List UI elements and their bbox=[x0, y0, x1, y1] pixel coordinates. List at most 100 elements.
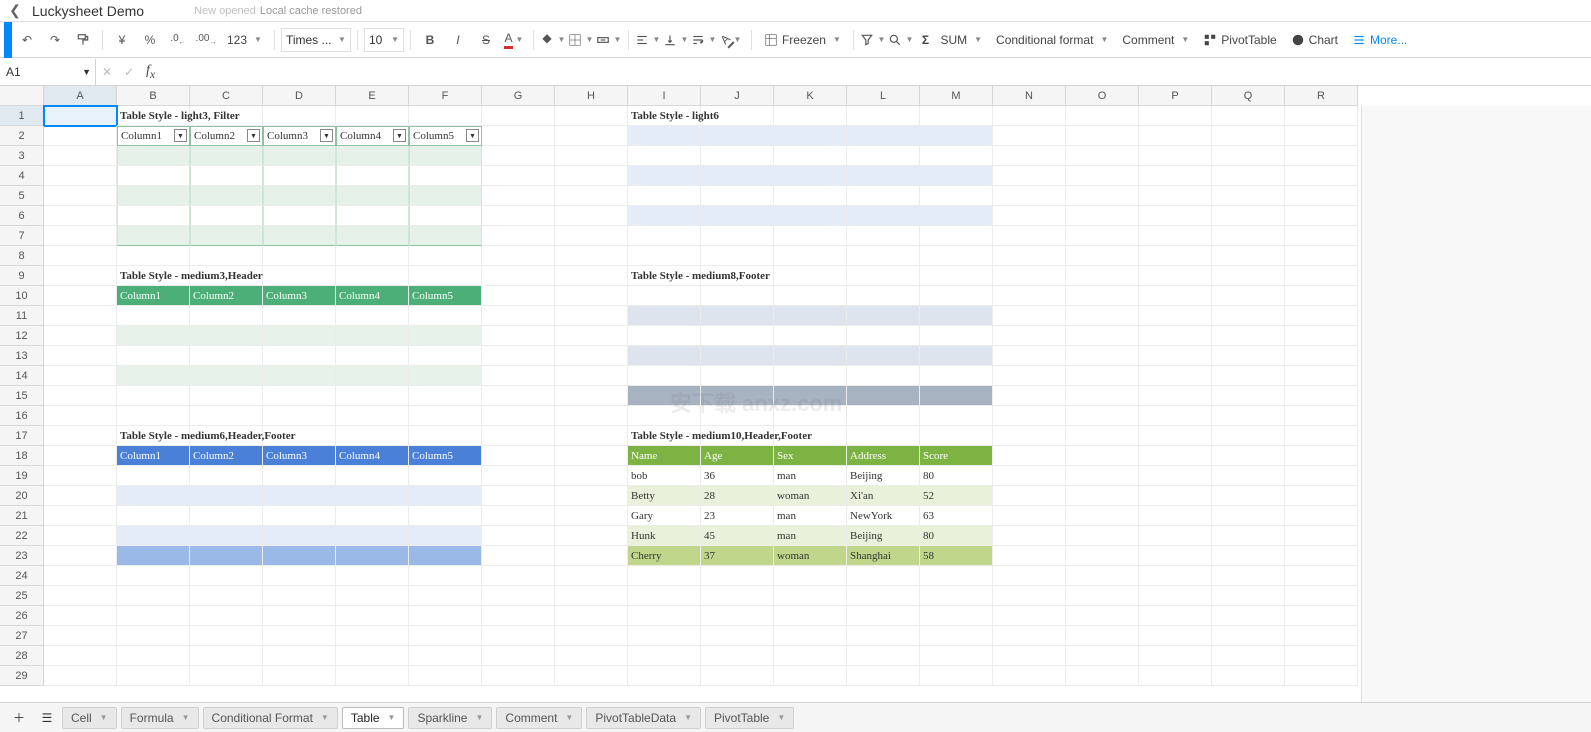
cell[interactable] bbox=[44, 646, 117, 666]
cell[interactable] bbox=[1066, 266, 1139, 286]
cell[interactable] bbox=[628, 346, 701, 366]
col-header-P[interactable]: P bbox=[1139, 86, 1212, 106]
cell[interactable] bbox=[190, 486, 263, 506]
cell[interactable] bbox=[555, 166, 628, 186]
cell[interactable] bbox=[1139, 606, 1212, 626]
cell[interactable] bbox=[555, 446, 628, 466]
cell[interactable]: Column3 bbox=[263, 286, 336, 306]
cell[interactable] bbox=[482, 466, 555, 486]
cell[interactable] bbox=[190, 646, 263, 666]
cell[interactable] bbox=[628, 306, 701, 326]
cell[interactable] bbox=[1139, 126, 1212, 146]
cell[interactable] bbox=[1139, 486, 1212, 506]
cell[interactable] bbox=[1139, 526, 1212, 546]
cell[interactable] bbox=[774, 366, 847, 386]
cell[interactable] bbox=[555, 106, 628, 126]
strikethrough-button[interactable]: S bbox=[473, 27, 499, 53]
cell[interactable] bbox=[847, 666, 920, 686]
cell[interactable] bbox=[555, 206, 628, 226]
row-header[interactable]: 7 bbox=[0, 226, 44, 246]
cell[interactable] bbox=[774, 286, 847, 306]
cell[interactable] bbox=[920, 626, 993, 646]
cell[interactable] bbox=[993, 166, 1066, 186]
cell[interactable] bbox=[190, 626, 263, 646]
cell[interactable] bbox=[44, 446, 117, 466]
cell[interactable] bbox=[993, 566, 1066, 586]
cell[interactable]: bob bbox=[628, 466, 701, 486]
cell[interactable] bbox=[117, 146, 190, 166]
cell[interactable] bbox=[44, 546, 117, 566]
name-box[interactable]: A1▼ bbox=[0, 59, 96, 85]
col-header-F[interactable]: F bbox=[409, 86, 482, 106]
cell[interactable]: Column3 bbox=[263, 446, 336, 466]
currency-button[interactable]: ¥ bbox=[109, 27, 135, 53]
cell[interactable] bbox=[336, 186, 409, 206]
cell[interactable] bbox=[993, 266, 1066, 286]
cell[interactable] bbox=[920, 366, 993, 386]
cell[interactable] bbox=[190, 186, 263, 206]
cell[interactable] bbox=[336, 426, 409, 446]
filter-dropdown[interactable]: ▼ bbox=[320, 129, 333, 142]
cell[interactable] bbox=[774, 666, 847, 686]
cell[interactable] bbox=[1285, 406, 1358, 426]
cell[interactable] bbox=[117, 606, 190, 626]
cell[interactable] bbox=[1139, 166, 1212, 186]
cell[interactable] bbox=[847, 166, 920, 186]
cell[interactable] bbox=[263, 306, 336, 326]
cell[interactable] bbox=[993, 606, 1066, 626]
cell[interactable] bbox=[993, 486, 1066, 506]
cell[interactable] bbox=[1066, 106, 1139, 126]
cell[interactable] bbox=[847, 106, 920, 126]
cell[interactable] bbox=[482, 406, 555, 426]
cell[interactable] bbox=[701, 286, 774, 306]
cell[interactable] bbox=[1212, 526, 1285, 546]
cell[interactable] bbox=[555, 526, 628, 546]
cell[interactable] bbox=[847, 326, 920, 346]
cell[interactable] bbox=[190, 226, 263, 246]
filter-dropdown[interactable]: ▼ bbox=[393, 129, 406, 142]
cell[interactable] bbox=[847, 246, 920, 266]
cell[interactable] bbox=[555, 186, 628, 206]
cell[interactable] bbox=[190, 466, 263, 486]
cell[interactable] bbox=[1066, 586, 1139, 606]
cell[interactable] bbox=[409, 226, 482, 246]
cell[interactable] bbox=[628, 626, 701, 646]
cell[interactable] bbox=[263, 386, 336, 406]
cell[interactable] bbox=[336, 626, 409, 646]
cell[interactable] bbox=[44, 326, 117, 346]
col-header-L[interactable]: L bbox=[847, 86, 920, 106]
cell[interactable]: Column2 bbox=[190, 286, 263, 306]
cell[interactable] bbox=[44, 246, 117, 266]
cell[interactable] bbox=[336, 586, 409, 606]
cell[interactable] bbox=[774, 606, 847, 626]
cell[interactable] bbox=[701, 366, 774, 386]
cell[interactable] bbox=[336, 346, 409, 366]
cell[interactable] bbox=[336, 106, 409, 126]
cell[interactable] bbox=[336, 166, 409, 186]
back-button[interactable]: ❮ bbox=[6, 2, 24, 20]
wrap-button[interactable]: ▼ bbox=[691, 27, 717, 53]
cell[interactable] bbox=[1139, 186, 1212, 206]
cell[interactable] bbox=[555, 506, 628, 526]
cell[interactable] bbox=[1139, 206, 1212, 226]
redo-button[interactable]: ↷ bbox=[42, 27, 68, 53]
cell[interactable] bbox=[263, 666, 336, 686]
cell[interactable]: Column3▼ bbox=[263, 126, 336, 146]
cell[interactable]: 58 bbox=[920, 546, 993, 566]
cell[interactable] bbox=[920, 226, 993, 246]
cell[interactable] bbox=[1066, 546, 1139, 566]
cell[interactable] bbox=[701, 326, 774, 346]
cell[interactable] bbox=[847, 566, 920, 586]
cell[interactable] bbox=[409, 566, 482, 586]
cell[interactable] bbox=[336, 546, 409, 566]
cell[interactable] bbox=[1212, 246, 1285, 266]
cell[interactable] bbox=[44, 366, 117, 386]
number-format-button[interactable]: 123▼ bbox=[221, 27, 268, 53]
cell[interactable] bbox=[628, 566, 701, 586]
cell[interactable] bbox=[1066, 426, 1139, 446]
cell[interactable] bbox=[409, 146, 482, 166]
cell[interactable] bbox=[993, 366, 1066, 386]
cell[interactable] bbox=[117, 626, 190, 646]
cell[interactable] bbox=[263, 486, 336, 506]
more-button[interactable]: More... bbox=[1346, 27, 1413, 53]
